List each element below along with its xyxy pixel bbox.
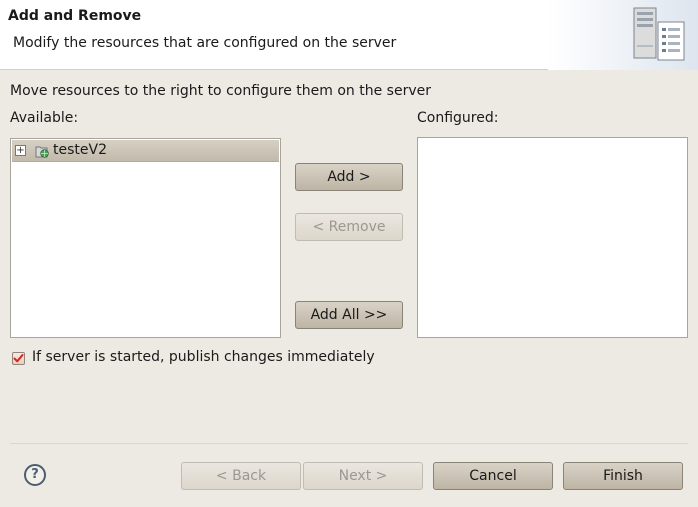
server-wizard-icon xyxy=(633,7,685,61)
expand-icon[interactable]: + xyxy=(15,145,26,156)
add-button[interactable]: Add > xyxy=(295,163,403,191)
web-project-icon xyxy=(35,146,49,158)
configured-label: Configured: xyxy=(417,110,499,126)
tree-item-label: testeV2 xyxy=(53,142,107,158)
add-all-button[interactable]: Add All >> xyxy=(295,301,403,329)
tree-item-testev2[interactable]: + testeV2 xyxy=(12,140,279,162)
remove-button[interactable]: < Remove xyxy=(295,213,403,241)
available-label: Available: xyxy=(10,110,79,126)
wizard-header: Add and Remove Modify the resources that… xyxy=(0,0,698,70)
cancel-button[interactable]: Cancel xyxy=(433,462,553,490)
finish-button[interactable]: Finish xyxy=(563,462,683,490)
back-button[interactable]: < Back xyxy=(181,462,301,490)
wizard-description: Modify the resources that are configured… xyxy=(13,35,397,51)
next-button[interactable]: Next > xyxy=(303,462,423,490)
publish-label: If server is started, publish changes im… xyxy=(32,349,375,365)
instruction-text: Move resources to the right to configure… xyxy=(10,83,431,99)
wizard-title: Add and Remove xyxy=(8,8,142,24)
configured-list[interactable] xyxy=(417,137,688,338)
footer-separator xyxy=(10,443,688,444)
publish-checkbox[interactable] xyxy=(12,352,25,365)
available-list[interactable]: + testeV2 xyxy=(10,138,281,338)
checkmark-icon xyxy=(13,354,24,363)
help-icon[interactable]: ? xyxy=(24,464,46,486)
